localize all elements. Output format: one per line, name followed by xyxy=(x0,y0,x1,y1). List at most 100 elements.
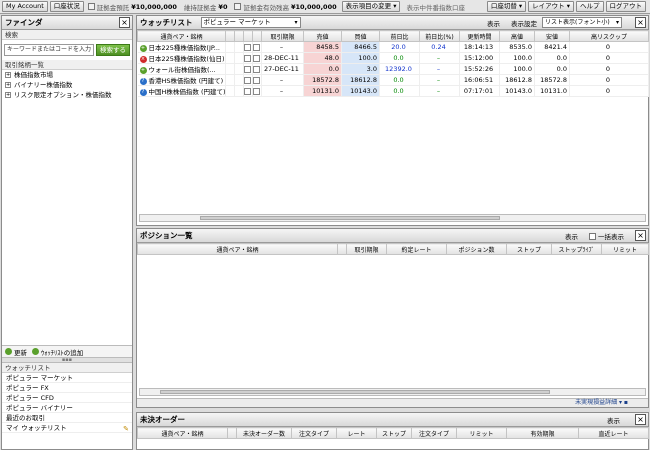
table-row[interactable]: + ウォール街株価指数(... 27-DEC-11 0.0 3.0 12392.0–15:… xyxy=(137,63,649,75)
ord-column-header[interactable] xyxy=(227,427,237,439)
menu-cell[interactable] xyxy=(252,52,262,64)
my-account-button[interactable]: My Account xyxy=(2,1,48,12)
ord-column-header[interactable]: 注文タイプ xyxy=(291,427,337,439)
watch-column-header[interactable]: 通貨ペア・銘柄 xyxy=(137,30,226,42)
table-row[interactable]: × 日本225種株価指数(仙日) 28-DEC-11 48.0 100.0 0.0–15:… xyxy=(137,52,649,64)
close-icon[interactable]: × xyxy=(635,230,646,241)
ord-column-header[interactable]: 有効期限 xyxy=(506,427,579,439)
watch-column-header[interactable] xyxy=(234,30,244,42)
expand-icon[interactable]: + xyxy=(5,72,11,78)
watchlist-item[interactable]: ポピュラー FX xyxy=(2,383,132,393)
refresh-button[interactable]: 更新 xyxy=(14,347,27,357)
display-settings-label[interactable]: 表示設定 xyxy=(511,18,537,28)
ord-column-header[interactable]: レート xyxy=(336,427,377,439)
watch-column-header[interactable]: 前日比 xyxy=(379,30,420,42)
buy-price-cell[interactable]: 8466.5 xyxy=(341,41,380,53)
watch-column-header[interactable]: 安値 xyxy=(534,30,570,42)
pos-column-header[interactable]: ポジション数 xyxy=(446,243,507,255)
watch-column-header[interactable]: 高値 xyxy=(499,30,535,42)
watch-column-header[interactable]: 前日比(%) xyxy=(419,30,460,42)
watchlist-item[interactable]: ポピュラー CFD xyxy=(2,393,132,403)
watch-column-header[interactable]: 更新時間 xyxy=(459,30,500,42)
watch-column-header[interactable] xyxy=(225,30,235,42)
chart-icon[interactable] xyxy=(244,76,251,84)
close-icon[interactable]: × xyxy=(119,17,130,28)
buy-price-cell[interactable]: 100.0 xyxy=(341,52,380,64)
chart-cell[interactable] xyxy=(243,52,253,64)
expand-icon[interactable]: + xyxy=(5,82,11,88)
display-label[interactable]: 表示 xyxy=(487,18,500,28)
watch-column-header[interactable] xyxy=(243,30,253,42)
pos-column-header[interactable] xyxy=(337,243,347,255)
ord-column-header[interactable]: 注文タイプ xyxy=(411,427,457,439)
menu-cell[interactable] xyxy=(252,85,262,97)
add-watchlist-button[interactable]: ｳｫｯﾁﾘｽﾄの追加 xyxy=(41,347,83,357)
close-icon[interactable]: × xyxy=(635,17,646,28)
ord-column-header[interactable]: リミット xyxy=(456,427,507,439)
tree-item-stock-index[interactable]: + 株価指数市場 xyxy=(2,70,132,80)
dropdown-icon[interactable] xyxy=(253,54,260,62)
watch-column-header[interactable] xyxy=(252,30,262,42)
checkbox[interactable] xyxy=(589,233,596,240)
horizontal-scrollbar[interactable] xyxy=(139,214,646,222)
menu-cell[interactable] xyxy=(252,74,262,86)
logout-button[interactable]: ログアウト xyxy=(605,1,646,12)
watchlist-item[interactable]: ポピュラー バイナリー xyxy=(2,403,132,413)
pos-column-header[interactable]: 取引期限 xyxy=(346,243,387,255)
pos-column-header[interactable]: ストップ xyxy=(506,243,552,255)
pos-column-header[interactable]: リミット xyxy=(601,243,649,255)
sell-price-cell[interactable]: 8458.5 xyxy=(303,41,342,53)
table-row[interactable]: + 日本225種株価指数(JP... –8458.5 8466.5 20.0 0.24 18… xyxy=(137,41,649,53)
tree-item-binary-index[interactable]: + バイナリー株価指数 xyxy=(2,80,132,90)
horizontal-scrollbar[interactable] xyxy=(139,388,646,396)
display-label[interactable]: 表示 xyxy=(565,231,578,241)
help-button[interactable]: ヘルプ xyxy=(576,1,604,12)
chart-cell[interactable] xyxy=(243,85,253,97)
watch-column-header[interactable]: 買値 xyxy=(341,30,380,42)
buy-price-cell[interactable]: 18612.8 xyxy=(341,74,380,86)
watch-column-header[interactable]: 高リスクップ xyxy=(569,30,649,42)
dropdown-icon[interactable] xyxy=(253,43,260,51)
ord-column-header[interactable]: ストップ xyxy=(376,427,412,439)
ord-column-header[interactable]: 直近レート xyxy=(578,427,649,439)
watch-column-header[interactable]: 取引期限 xyxy=(261,30,304,42)
buy-price-cell[interactable]: 3.0 xyxy=(341,63,380,75)
search-input[interactable]: キーワードまたはコードを入力 xyxy=(4,44,94,56)
layout-button[interactable]: レイアウト ▾ xyxy=(528,1,574,12)
instrument-name-cell[interactable]: ? 香港HS株価指数 (円建て) xyxy=(137,74,226,86)
watchlist-select[interactable]: ポピュラー マーケット xyxy=(200,17,301,28)
unrealized-pl-link[interactable]: 未実現損益詳細 xyxy=(575,399,617,406)
pos-column-header[interactable]: ストップﾗｲﾌﾞ xyxy=(551,243,602,255)
tree-item-limited-risk-option[interactable]: + リスク限定オプション・株価指数 xyxy=(2,90,132,100)
table-row[interactable]: ? 香港HS株価指数 (円建て) –18572.8 18612.8 0.0–16:06:… xyxy=(137,74,649,86)
display-label[interactable]: 表示 xyxy=(607,415,620,425)
sell-price-cell[interactable]: 10131.0 xyxy=(303,85,342,97)
display-items-change-button[interactable]: 表示項目の変更 ▾ xyxy=(341,1,401,12)
pos-column-header[interactable]: 約定レート xyxy=(386,243,447,255)
ord-column-header[interactable]: 通貨ペア・銘柄 xyxy=(137,427,228,439)
scrollbar-thumb[interactable] xyxy=(160,390,550,394)
dropdown-icon[interactable] xyxy=(253,65,260,73)
sell-price-cell[interactable]: 0.0 xyxy=(303,63,342,75)
all-display-toggle[interactable]: 一括表示 xyxy=(589,231,624,241)
chart-cell[interactable] xyxy=(243,63,253,75)
dropdown-icon[interactable] xyxy=(253,87,260,95)
menu-cell[interactable] xyxy=(252,41,262,53)
ord-column-header[interactable]: 未決オーダー数 xyxy=(236,427,292,439)
account-status-button[interactable]: 口座状況 xyxy=(49,1,84,12)
chart-icon[interactable] xyxy=(244,54,251,62)
chart-icon[interactable] xyxy=(244,65,251,73)
instrument-name-cell[interactable]: ? 中国H株株価指数 (円建て) xyxy=(137,85,226,97)
close-icon[interactable]: × xyxy=(635,414,646,425)
pos-column-header[interactable]: 通貨ペア・銘柄 xyxy=(137,243,338,255)
watchlist-item[interactable]: マイ ウォッチリスト ✎ xyxy=(2,423,132,433)
sell-price-cell[interactable]: 18572.8 xyxy=(303,74,342,86)
menu-cell[interactable] xyxy=(252,63,262,75)
instrument-name-cell[interactable]: × 日本225種株価指数(仙日) xyxy=(137,52,226,64)
buy-price-cell[interactable]: 10143.0 xyxy=(341,85,380,97)
chart-icon[interactable] xyxy=(244,87,251,95)
view-mode-select[interactable]: リスト表示(フォント小) xyxy=(542,17,622,28)
table-row[interactable]: ? 中国H株株価指数 (円建て) –10131.0 10143.0 0.0–07:17:… xyxy=(137,85,649,97)
instrument-name-cell[interactable]: + ウォール街株価指数(... xyxy=(137,63,226,75)
chart-cell[interactable] xyxy=(243,41,253,53)
